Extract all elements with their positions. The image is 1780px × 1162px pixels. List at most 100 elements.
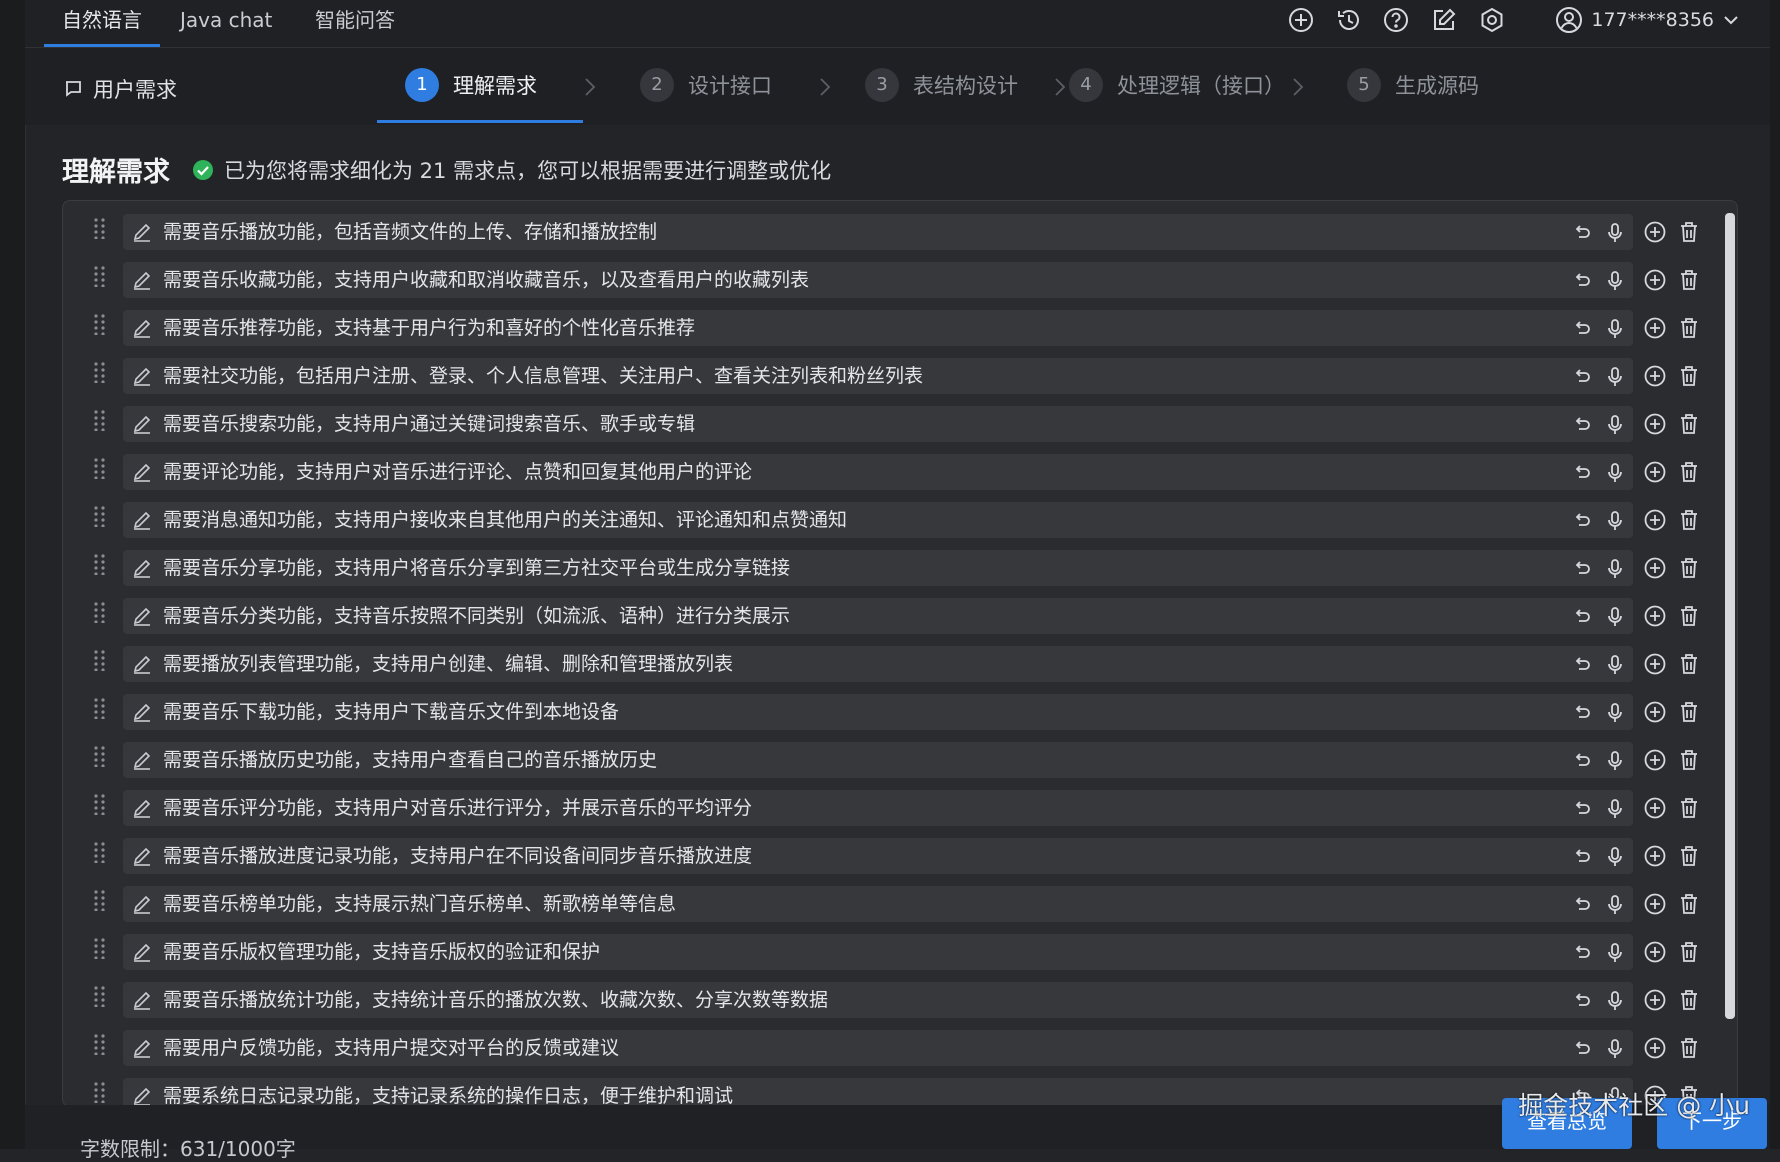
requirement-text[interactable]: 需要音乐推荐功能，支持基于用户行为和喜好的个性化音乐推荐 [163,310,695,346]
requirement-text[interactable]: 需要音乐评分功能，支持用户对音乐进行评分，并展示音乐的平均评分 [163,790,752,826]
undo-icon[interactable] [1571,318,1593,340]
undo-icon[interactable] [1571,798,1593,820]
drag-handle-icon[interactable] [93,985,107,1008]
history-icon[interactable] [1335,6,1363,34]
undo-icon[interactable] [1571,558,1593,580]
requirement-text[interactable]: 需要音乐播放统计功能，支持统计音乐的播放次数、收藏次数、分享次数等数据 [163,982,828,1018]
microphone-icon[interactable] [1604,702,1626,724]
undo-icon[interactable] [1571,606,1593,628]
add-circle-icon[interactable] [1643,796,1667,820]
requirement-text[interactable]: 需要音乐搜索功能，支持用户通过关键词搜索音乐、歌手或专辑 [163,406,695,442]
trash-icon[interactable] [1677,700,1701,724]
microphone-icon[interactable] [1604,846,1626,868]
requirement-text[interactable]: 需要系统日志记录功能，支持记录系统的操作日志，便于维护和调试 [163,1078,733,1106]
tab-java-chat[interactable]: Java chat [180,0,272,47]
trash-icon[interactable] [1677,892,1701,916]
microphone-icon[interactable] [1604,990,1626,1012]
add-circle-icon[interactable] [1643,940,1667,964]
drag-handle-icon[interactable] [93,505,107,528]
requirement-text[interactable]: 需要音乐榜单功能，支持展示热门音乐榜单、新歌榜单等信息 [163,886,676,922]
add-circle-icon[interactable] [1643,892,1667,916]
requirement-text[interactable]: 需要音乐播放历史功能，支持用户查看自己的音乐播放历史 [163,742,657,778]
requirement-text[interactable]: 需要社交功能，包括用户注册、登录、个人信息管理、关注用户、查看关注列表和粉丝列表 [163,358,923,394]
microphone-icon[interactable] [1604,750,1626,772]
edit-icon[interactable] [131,461,153,483]
edit-icon[interactable] [131,701,153,723]
undo-icon[interactable] [1571,222,1593,244]
add-circle-icon[interactable] [1643,268,1667,292]
drag-handle-icon[interactable] [93,217,107,240]
trash-icon[interactable] [1677,1036,1701,1060]
requirement-text[interactable]: 需要用户反馈功能，支持用户提交对平台的反馈或建议 [163,1030,619,1066]
edit-icon[interactable] [131,221,153,243]
help-icon[interactable] [1382,6,1410,34]
add-circle-icon[interactable] [1643,556,1667,580]
trash-icon[interactable] [1677,268,1701,292]
trash-icon[interactable] [1677,460,1701,484]
trash-icon[interactable] [1677,652,1701,676]
requirement-text[interactable]: 需要音乐分类功能，支持音乐按照不同类别（如流派、语种）进行分类展示 [163,598,790,634]
undo-icon[interactable] [1571,654,1593,676]
trash-icon[interactable] [1677,412,1701,436]
add-circle-icon[interactable] [1643,652,1667,676]
drag-handle-icon[interactable] [93,889,107,912]
edit-icon[interactable] [131,749,153,771]
undo-icon[interactable] [1571,366,1593,388]
step-understand[interactable]: 1 理解需求 [405,68,537,102]
undo-icon[interactable] [1571,1038,1593,1060]
step-generate-code[interactable]: 5 生成源码 [1347,68,1479,102]
tab-smart-qa[interactable]: 智能问答 [315,0,395,47]
trash-icon[interactable] [1677,604,1701,628]
undo-icon[interactable] [1571,414,1593,436]
trash-icon[interactable] [1677,796,1701,820]
microphone-icon[interactable] [1604,414,1626,436]
trash-icon[interactable] [1677,988,1701,1012]
trash-icon[interactable] [1677,508,1701,532]
undo-icon[interactable] [1571,270,1593,292]
add-circle-icon[interactable] [1643,844,1667,868]
add-circle-icon[interactable] [1643,316,1667,340]
edit-icon[interactable] [131,413,153,435]
drag-handle-icon[interactable] [93,361,107,384]
requirement-text[interactable]: 需要音乐分享功能，支持用户将音乐分享到第三方社交平台或生成分享链接 [163,550,790,586]
edit-icon[interactable] [131,1085,153,1106]
trash-icon[interactable] [1677,940,1701,964]
add-circle-icon[interactable] [1643,748,1667,772]
microphone-icon[interactable] [1604,654,1626,676]
edit-icon[interactable] [131,893,153,915]
edit-icon[interactable] [131,653,153,675]
undo-icon[interactable] [1571,846,1593,868]
undo-icon[interactable] [1571,510,1593,532]
step-design-api[interactable]: 2 设计接口 [640,68,772,102]
edit-icon[interactable] [131,269,153,291]
edit-icon[interactable] [131,365,153,387]
add-circle-icon[interactable] [1643,604,1667,628]
drag-handle-icon[interactable] [93,1033,107,1056]
drag-handle-icon[interactable] [93,601,107,624]
add-circle-icon[interactable] [1643,220,1667,244]
edit-icon[interactable] [131,509,153,531]
microphone-icon[interactable] [1604,1038,1626,1060]
trash-icon[interactable] [1677,748,1701,772]
microphone-icon[interactable] [1604,270,1626,292]
drag-handle-icon[interactable] [93,793,107,816]
add-circle-icon[interactable] [1643,460,1667,484]
settings-icon[interactable] [1478,6,1506,34]
add-circle-icon[interactable] [1287,6,1315,34]
add-circle-icon[interactable] [1643,364,1667,388]
trash-icon[interactable] [1677,220,1701,244]
undo-icon[interactable] [1571,990,1593,1012]
microphone-icon[interactable] [1604,942,1626,964]
step-table-design[interactable]: 3 表结构设计 [865,68,1018,102]
step-logic[interactable]: 4 处理逻辑（接口） [1069,68,1285,102]
requirement-text[interactable]: 需要评论功能，支持用户对音乐进行评论、点赞和回复其他用户的评论 [163,454,752,490]
add-circle-icon[interactable] [1643,508,1667,532]
user-requirement-link[interactable]: 用户需求 [63,74,177,104]
drag-handle-icon[interactable] [93,841,107,864]
add-circle-icon[interactable] [1643,412,1667,436]
microphone-icon[interactable] [1604,798,1626,820]
edit-icon[interactable] [131,557,153,579]
requirement-text[interactable]: 需要消息通知功能，支持用户接收来自其他用户的关注通知、评论通知和点赞通知 [163,502,847,538]
trash-icon[interactable] [1677,844,1701,868]
requirement-text[interactable]: 需要音乐下载功能，支持用户下载音乐文件到本地设备 [163,694,619,730]
